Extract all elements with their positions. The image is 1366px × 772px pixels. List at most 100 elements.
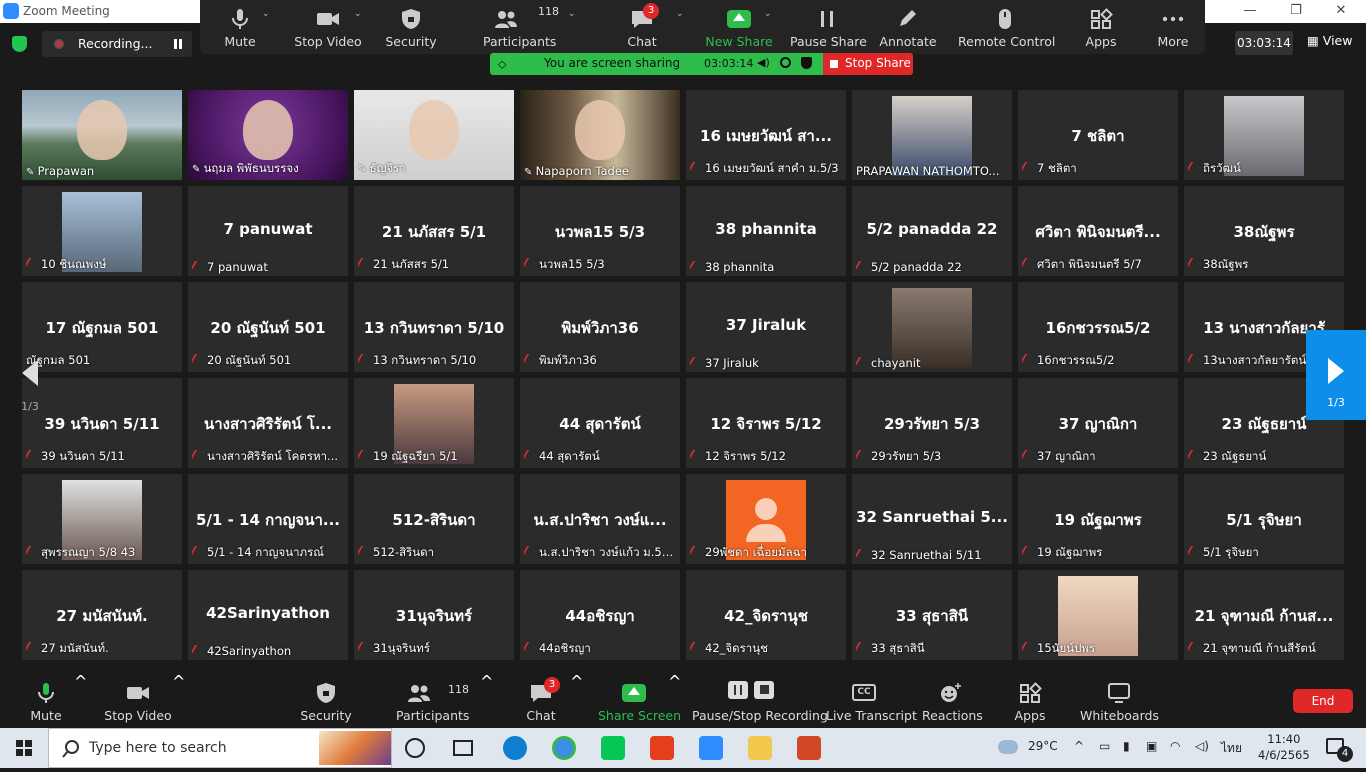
participant-tile[interactable]: 44 สุดารัตน์ 44 สุดารัตน์ <box>520 378 680 468</box>
mute-button[interactable]: Mute <box>16 672 76 728</box>
pause-recording-icon[interactable] <box>174 39 182 49</box>
participant-tile[interactable]: 21 จุฑามณี ก้านส... 21 จุฑามณี ก้านสีรัตน… <box>1184 570 1344 660</box>
line-app-icon[interactable] <box>601 736 625 760</box>
participant-tile[interactable]: ✎ Prapawan <box>22 90 182 180</box>
audio-icon[interactable]: ◀) <box>757 56 770 69</box>
edge-browser-icon[interactable] <box>503 736 527 760</box>
cortana-circle-icon[interactable] <box>405 738 425 758</box>
chat-caret-icon[interactable]: ^ <box>570 672 583 728</box>
remote-control-button[interactable]: Remote Control <box>958 0 1055 54</box>
taskbar-clock[interactable]: 11:40 4/6/2565 <box>1258 731 1310 763</box>
participant-tile[interactable]: 16กชวรรณ5/2 16กชวรรณ5/2 <box>1018 282 1178 372</box>
participant-tile[interactable]: 37 Jiraluk 37 Jiraluk <box>686 282 846 372</box>
reactions-button[interactable]: Reactions <box>922 672 983 728</box>
participant-tile[interactable]: 29พัชดา เฉื่อยมัลฉา <box>686 474 846 564</box>
participant-tile[interactable]: 7 panuwat 7 panuwat <box>188 186 348 276</box>
participant-tile[interactable]: chayanit <box>852 282 1012 372</box>
participant-tile[interactable]: น.ส.ปาริชา วงษ์แ... น.ส.ปาริชา วงษ์แก้ว ม… <box>520 474 680 564</box>
audio-options-caret-icon[interactable]: ^ <box>74 672 87 728</box>
participant-tile[interactable]: 29วรัทยา 5/3 29วรัทยา 5/3 <box>852 378 1012 468</box>
participant-tile[interactable]: 38ณัฐพร 38ณัฐพร <box>1184 186 1344 276</box>
office-app-icon[interactable] <box>650 736 674 760</box>
annotate-button[interactable]: Annotate <box>878 0 938 54</box>
recording-indicator[interactable]: Recording... <box>42 31 192 57</box>
participant-tile[interactable]: ✎ ธัญจิรา <box>354 90 514 180</box>
participant-tile[interactable]: 15นัยน์ปพร <box>1018 570 1178 660</box>
participant-tile[interactable]: 5/2 panadda 22 5/2 panadda 22 <box>852 186 1012 276</box>
new-share-caret-icon[interactable]: ⌄ <box>764 9 772 19</box>
participant-tile[interactable]: 19 ณัฐฉรียา 5/1 <box>354 378 514 468</box>
participant-tile[interactable]: 512-สิรินดา 512-สิรินดา <box>354 474 514 564</box>
start-button[interactable] <box>0 728 48 768</box>
participant-tile[interactable]: 39 นวินดา 5/11 39 นวินดา 5/11 <box>22 378 182 468</box>
participant-tile[interactable]: 20 ณัฐนันท์ 501 20 ณัฐนันท์ 501 <box>188 282 348 372</box>
security-button[interactable]: Security <box>296 672 356 728</box>
pause-stop-recording-button[interactable]: Pause/Stop Recording <box>692 672 828 728</box>
participant-tile[interactable]: พิมพ์วิภา36 พิมพ์วิภา36 <box>520 282 680 372</box>
apps-button[interactable]: Apps <box>1005 672 1055 728</box>
share-chat-button[interactable]: 3 Chat <box>612 0 672 54</box>
next-page-button[interactable]: 1/3 <box>1306 330 1366 420</box>
file-explorer-icon[interactable] <box>748 736 772 760</box>
pause-share-button[interactable]: Pause Share <box>790 0 867 54</box>
participant-tile[interactable]: ศวิตา พินิจมนตรี... ศวิตา พินิจมนตรี 5/7 <box>1018 186 1178 276</box>
more-button[interactable]: More <box>1148 0 1198 54</box>
participant-tile[interactable]: 12 จิราพร 5/12 12 จิราพร 5/12 <box>686 378 846 468</box>
participant-tile[interactable]: 19 ณัฐฌาพร 19 ณัฐฌาพร <box>1018 474 1178 564</box>
share-mute-button[interactable]: Mute <box>210 0 270 54</box>
participant-tile[interactable]: นางสาวศิริรัตน์ โ... นางสาวศิริรัตน์ โคตร… <box>188 378 348 468</box>
whiteboards-button[interactable]: Whiteboards <box>1080 672 1159 728</box>
participant-tile[interactable]: สุพรรณญา 5/8 43 <box>22 474 182 564</box>
chat-button[interactable]: 3 Chat <box>511 672 571 728</box>
participant-tile[interactable]: 44อชิรญา 44อชิรญา <box>520 570 680 660</box>
participant-tile[interactable]: 21 นภัสสร 5/1 21 นภัสสร 5/1 <box>354 186 514 276</box>
chat-options-caret-icon[interactable]: ⌄ <box>676 9 684 19</box>
weather-cloud-icon[interactable] <box>998 740 1018 754</box>
microphone-tray-icon[interactable]: ▮ <box>1123 739 1130 753</box>
share-screen-caret-icon[interactable]: ^ <box>668 672 681 728</box>
minimize-button[interactable]: — <box>1227 1 1273 23</box>
participant-tile[interactable]: 42_จิดรานุช 42_จิดรานุช <box>686 570 846 660</box>
chrome-browser-icon[interactable] <box>552 736 576 760</box>
participant-tile[interactable]: 42Sarinyathon 42Sarinyathon <box>188 570 348 660</box>
participant-tile[interactable]: 31นุจรินทร์ 31นุจรินทร์ <box>354 570 514 660</box>
temperature-text[interactable]: 29°C <box>1028 739 1058 753</box>
participant-tile[interactable]: 37 ญาณิกา 37 ญาณิกา <box>1018 378 1178 468</box>
share-participants-button[interactable]: 118 Participants <box>483 0 559 54</box>
volume-icon[interactable]: ◁) <box>1195 739 1209 753</box>
participant-tile[interactable]: นวพล15 5/3 นวพล15 5/3 <box>520 186 680 276</box>
participant-tile[interactable]: 16 เมษยวัฒน์ สา... 16 เมษยวัฒน์ สาคำ ม.5/… <box>686 90 846 180</box>
participant-tile[interactable]: 38 phannita 38 phannita <box>686 186 846 276</box>
live-transcript-button[interactable]: CC Live Transcript <box>826 672 917 728</box>
share-apps-button[interactable]: Apps <box>1076 0 1126 54</box>
participant-tile[interactable]: PRAPAWAN NATHOMTO... <box>852 90 1012 180</box>
participant-tile[interactable]: 5/1 รุจิษยา 5/1 รุจิษยา <box>1184 474 1344 564</box>
share-screen-button[interactable]: Share Screen <box>598 672 681 728</box>
maximize-button[interactable]: ❐ <box>1273 1 1319 23</box>
close-button[interactable]: ✕ <box>1318 1 1364 23</box>
participant-tile[interactable]: ✎ นฤมล พิพัธนบรรจง <box>188 90 348 180</box>
taskbar-search-box[interactable]: Type here to search <box>48 728 392 768</box>
participants-button[interactable]: 118 Participants <box>396 672 469 728</box>
stop-share-button[interactable]: Stop Share <box>823 53 913 75</box>
share-security-button[interactable]: Security <box>381 0 441 54</box>
participant-tile[interactable]: ✎ Napaporn Tadee <box>520 90 680 180</box>
video-options-caret-icon[interactable]: ⌄ <box>354 9 362 19</box>
participant-tile[interactable]: 7 ชลิตา 7 ชลิตา <box>1018 90 1178 180</box>
participant-tile[interactable]: 33 สุธาสินี 33 สุธาสินี <box>852 570 1012 660</box>
task-view-icon[interactable] <box>453 740 473 756</box>
status-circle-icon[interactable] <box>780 57 791 68</box>
participant-tile[interactable]: 17 ณัฐกมล 501 ณัฐกมล 501 <box>22 282 182 372</box>
camera-tray-icon[interactable]: ▣ <box>1146 739 1157 753</box>
participant-tile[interactable]: ถิรวัฒน์ <box>1184 90 1344 180</box>
participant-tile[interactable]: 10 ชินณพงษ์ <box>22 186 182 276</box>
show-hidden-icons-chevron-icon[interactable]: ^ <box>1074 739 1084 753</box>
input-language-indicator[interactable]: ไทย <box>1221 739 1242 758</box>
participant-tile[interactable]: 5/1 - 14 กาญจนา... 5/1 - 14 กาญจนาภรณ์ <box>188 474 348 564</box>
powerpoint-app-icon[interactable] <box>797 736 821 760</box>
view-button[interactable]: ▦ View <box>1307 33 1352 48</box>
participant-tile[interactable]: 27 มนัสนันท์. 27 มนัสนันท์. <box>22 570 182 660</box>
previous-page-button[interactable]: 1/3 <box>14 335 46 420</box>
zoom-app-icon[interactable] <box>699 736 723 760</box>
participants-options-caret-icon[interactable]: ⌄ <box>568 9 576 19</box>
